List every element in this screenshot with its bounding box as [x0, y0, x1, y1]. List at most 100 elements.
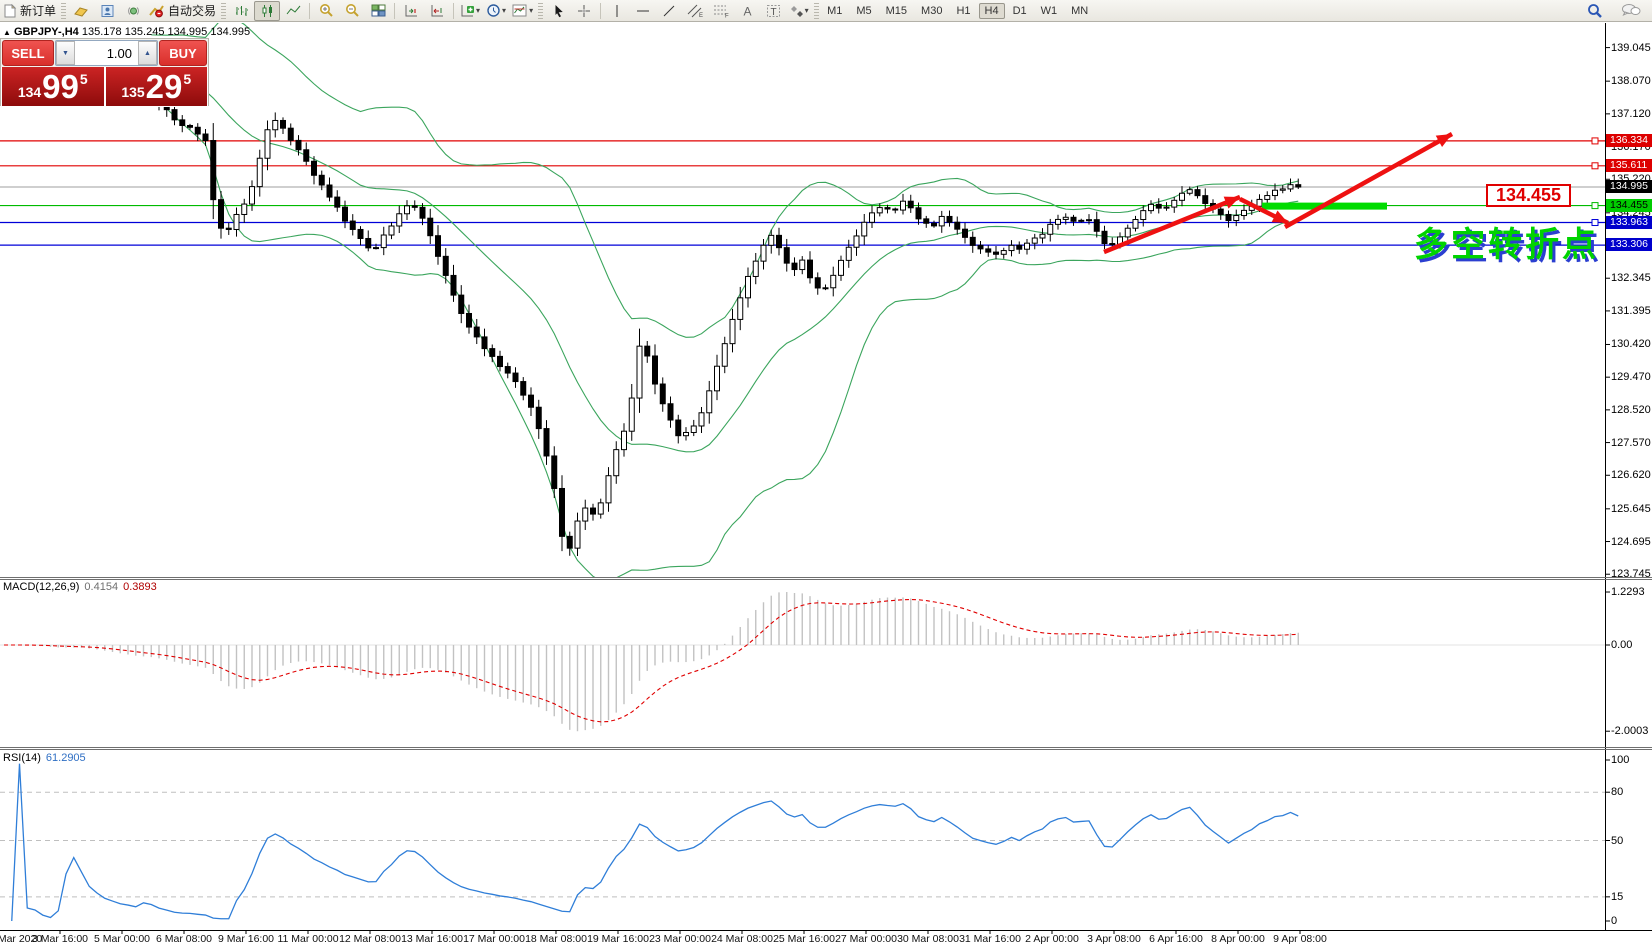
- chart-shift-button[interactable]: [424, 1, 450, 21]
- search-button[interactable]: [1582, 1, 1608, 21]
- chart-canvas[interactable]: [0, 0, 1652, 947]
- toolbar-handle: [61, 3, 66, 19]
- auto-scroll-icon: [404, 4, 419, 18]
- auto-scroll-button[interactable]: [398, 1, 424, 21]
- new-order-button[interactable]: 新订单: [0, 1, 59, 21]
- time-axis-label: 11 Mar 00:00: [277, 933, 338, 945]
- trend-line-icon: [662, 4, 676, 18]
- sell-price[interactable]: 134 99 5: [2, 67, 104, 106]
- profile-button[interactable]: [68, 1, 94, 21]
- price-axis-tick: 139.045: [1611, 42, 1651, 54]
- pivot-annotation-text[interactable]: 多空转折点: [1414, 217, 1599, 266]
- time-axis-label: 12 Mar 08:00: [339, 933, 401, 945]
- tile-windows-button[interactable]: [365, 1, 391, 21]
- crosshair-icon: [577, 4, 591, 18]
- auto-trading-label: 自动交易: [168, 2, 216, 19]
- candlestick-chart-button[interactable]: [254, 1, 280, 21]
- timeframe-mn[interactable]: MN: [1065, 3, 1094, 19]
- timeframe-m1[interactable]: M1: [821, 3, 848, 19]
- timeframe-d1[interactable]: D1: [1007, 3, 1033, 19]
- time-axis-label: 25 Mar 16:00: [773, 933, 835, 945]
- time-axis-label: 6 Apr 16:00: [1149, 933, 1203, 945]
- price-axis-tick: 138.070: [1611, 75, 1651, 87]
- arrows-button[interactable]: ▾: [786, 1, 812, 21]
- timeframe-m5[interactable]: M5: [850, 3, 877, 19]
- timeframe-m30[interactable]: M30: [915, 3, 948, 19]
- tile-windows-icon: [371, 4, 386, 18]
- macd-name: MACD(12,26,9): [3, 581, 79, 593]
- time-axis-label: 2 Apr 00:00: [1025, 933, 1079, 945]
- price-level-badge: 134.995: [1606, 180, 1652, 193]
- zoom-in-button[interactable]: [313, 1, 339, 21]
- price-axis-tick: 126.620: [1611, 469, 1651, 481]
- horizontal-line-button[interactable]: [630, 1, 656, 21]
- volume-increase-button[interactable]: ▲: [138, 41, 157, 65]
- toolbar-separator: [600, 3, 601, 19]
- toolbar-separator: [394, 3, 395, 19]
- crosshair-button[interactable]: [571, 1, 597, 21]
- time-axis-label: 3 Mar 16:00: [32, 933, 88, 945]
- chat-button[interactable]: [1618, 1, 1644, 21]
- navigator-button[interactable]: [120, 1, 146, 21]
- template-icon: [512, 4, 528, 18]
- timeframe-w1[interactable]: W1: [1035, 3, 1064, 19]
- macd-main-value: 0.4154: [84, 581, 118, 593]
- ohlc-low: 134.995: [168, 26, 208, 38]
- ohlc-high: 135.245: [125, 26, 165, 38]
- time-axis-label: 6 Mar 08:00: [156, 933, 212, 945]
- profile-icon: [74, 4, 89, 18]
- auto-trading-button[interactable]: 自动交易: [146, 1, 219, 21]
- price-axis-tick: 130.420: [1611, 338, 1651, 350]
- timeframe-h1[interactable]: H1: [950, 3, 976, 19]
- sell-button[interactable]: SELL: [2, 40, 54, 66]
- svg-text:A: A: [743, 4, 751, 18]
- buy-price-pips: 29: [146, 70, 183, 103]
- vertical-line-button[interactable]: [604, 1, 630, 21]
- price-level-badge: 133.306: [1606, 238, 1652, 251]
- time-axis-label: 9 Apr 08:00: [1273, 933, 1327, 945]
- bar-chart-button[interactable]: [228, 1, 254, 21]
- buy-price[interactable]: 135 29 5: [106, 67, 208, 106]
- text-label-button[interactable]: T: [760, 1, 786, 21]
- price-axis-tick: 131.395: [1611, 305, 1651, 317]
- time-axis-label: 8 Apr 00:00: [1211, 933, 1265, 945]
- time-axis-label: 3 Apr 08:00: [1087, 933, 1141, 945]
- price-level-badge: 136.334: [1606, 134, 1652, 147]
- price-level-badge: 135.611: [1606, 159, 1652, 172]
- rsi-axis-tick: 80: [1611, 786, 1623, 798]
- timeframe-m15[interactable]: M15: [880, 3, 913, 19]
- text-button[interactable]: A: [734, 1, 760, 21]
- horizontal-line-icon: [636, 4, 650, 18]
- fibonacci-button[interactable]: F: [708, 1, 734, 21]
- ohlc-open: 135.178: [82, 26, 122, 38]
- level-price-box[interactable]: 134.455: [1486, 184, 1571, 207]
- toolbar-handle: [814, 3, 819, 19]
- time-axis-label: 9 Mar 16:00: [218, 933, 274, 945]
- toolbar-separator: [309, 3, 310, 19]
- zoom-out-button[interactable]: [339, 1, 365, 21]
- volume-decrease-button[interactable]: ▼: [56, 41, 75, 65]
- zoom-out-icon: [345, 3, 360, 18]
- trend-line-button[interactable]: [656, 1, 682, 21]
- time-axis-label: 24 Mar 08:00: [711, 933, 773, 945]
- rsi-axis-tick: 15: [1611, 891, 1623, 903]
- sell-price-integer: 134: [18, 84, 41, 100]
- buy-button[interactable]: BUY: [159, 40, 207, 66]
- volume-input[interactable]: 1.00: [75, 41, 138, 65]
- rsi-axis-tick: 100: [1611, 754, 1629, 766]
- timeframe-h4[interactable]: H4: [979, 3, 1005, 19]
- add-indicator-button[interactable]: ▾: [457, 1, 483, 21]
- toolbar-handle: [538, 3, 543, 19]
- market-watch-button[interactable]: [94, 1, 120, 21]
- line-chart-button[interactable]: [280, 1, 306, 21]
- template-button[interactable]: ▾: [509, 1, 536, 21]
- cursor-button[interactable]: [545, 1, 571, 21]
- navigator-icon: [126, 4, 141, 18]
- equidistant-channel-button[interactable]: E: [682, 1, 708, 21]
- time-axis-label: 30 Mar 08:00: [897, 933, 959, 945]
- period-button[interactable]: ▾: [483, 1, 509, 21]
- rsi-axis-tick: 50: [1611, 835, 1623, 847]
- dropdown-caret: ▾: [529, 6, 533, 15]
- collapse-marker[interactable]: ▲: [3, 28, 11, 37]
- chart-shift-icon: [430, 4, 445, 18]
